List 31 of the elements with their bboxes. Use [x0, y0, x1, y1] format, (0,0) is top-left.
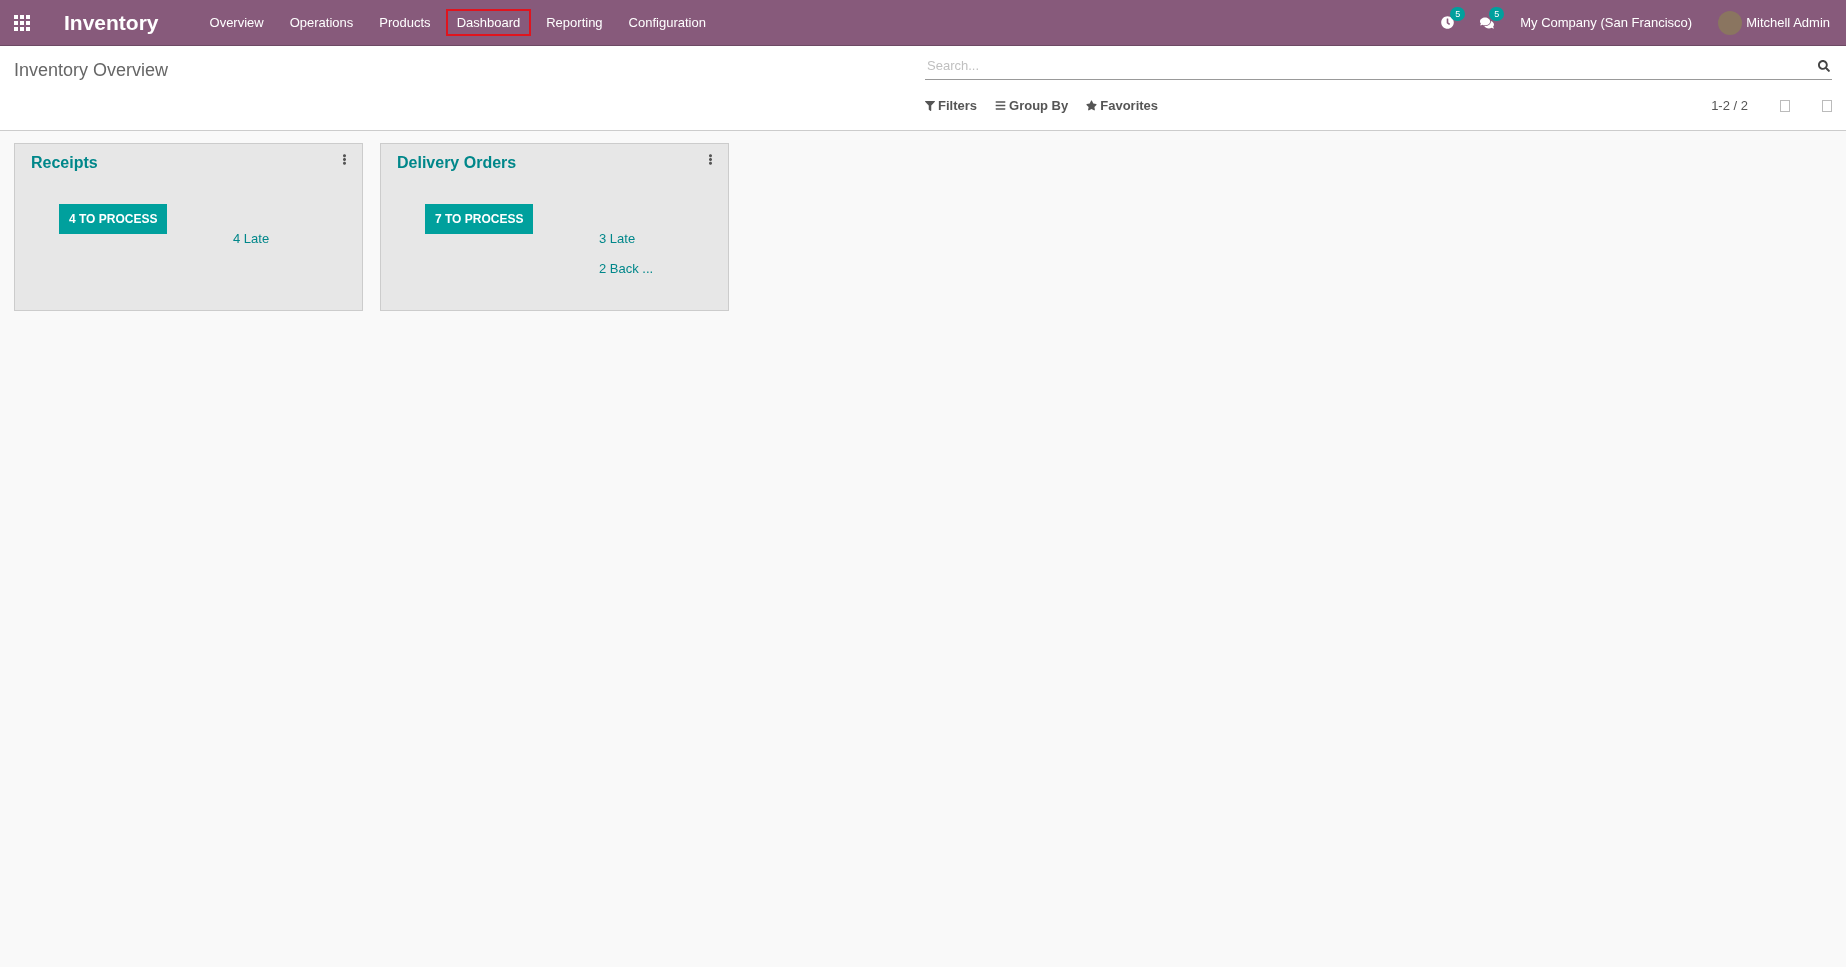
message-count: 5 — [1489, 6, 1505, 21]
menu-item[interactable]: Operations — [278, 9, 365, 36]
to-process-button[interactable]: 7 TO PROCESS — [425, 204, 534, 234]
card-link[interactable]: 4 Late — [233, 231, 270, 246]
filter-button[interactable]: Group By — [995, 98, 1069, 113]
card-title[interactable]: Delivery Orders — [397, 154, 517, 172]
filter-icon — [925, 100, 935, 111]
search-icon[interactable] — [1818, 60, 1830, 72]
search-field[interactable]: Search... — [925, 52, 1832, 80]
menu-icon — [995, 100, 1006, 111]
card-link[interactable]: 3 Late — [599, 231, 636, 246]
card-title[interactable]: Receipts — [31, 154, 98, 172]
chat-icon[interactable] — [1480, 15, 1495, 30]
page-title: Inventory Overview — [14, 60, 170, 81]
pager-text: 1-2 / 2 — [1711, 98, 1748, 113]
apps-grid-icon[interactable] — [14, 14, 32, 31]
menu-item[interactable]: Overview — [198, 9, 275, 36]
app-name[interactable]: Inventory — [64, 10, 159, 35]
company-switcher[interactable]: My Company (San Francisco) — [1520, 15, 1693, 30]
menu-item[interactable]: Products — [368, 9, 442, 36]
filter-button[interactable]: Filters — [925, 98, 977, 113]
menu-item[interactable]: Dashboard — [445, 9, 532, 36]
user-name[interactable]: Mitchell Admin — [1746, 15, 1830, 30]
star-icon — [1086, 100, 1098, 111]
card-link[interactable]: 2 Back ... — [599, 261, 654, 276]
clock-icon[interactable] — [1441, 16, 1455, 29]
to-process-button[interactable]: 4 TO PROCESS — [59, 204, 168, 234]
filter-button[interactable]: Favorites — [1086, 98, 1159, 113]
menu-item[interactable]: Configuration — [617, 9, 717, 36]
menu-item[interactable]: Reporting — [535, 9, 614, 36]
activity-count: 5 — [1450, 7, 1466, 21]
